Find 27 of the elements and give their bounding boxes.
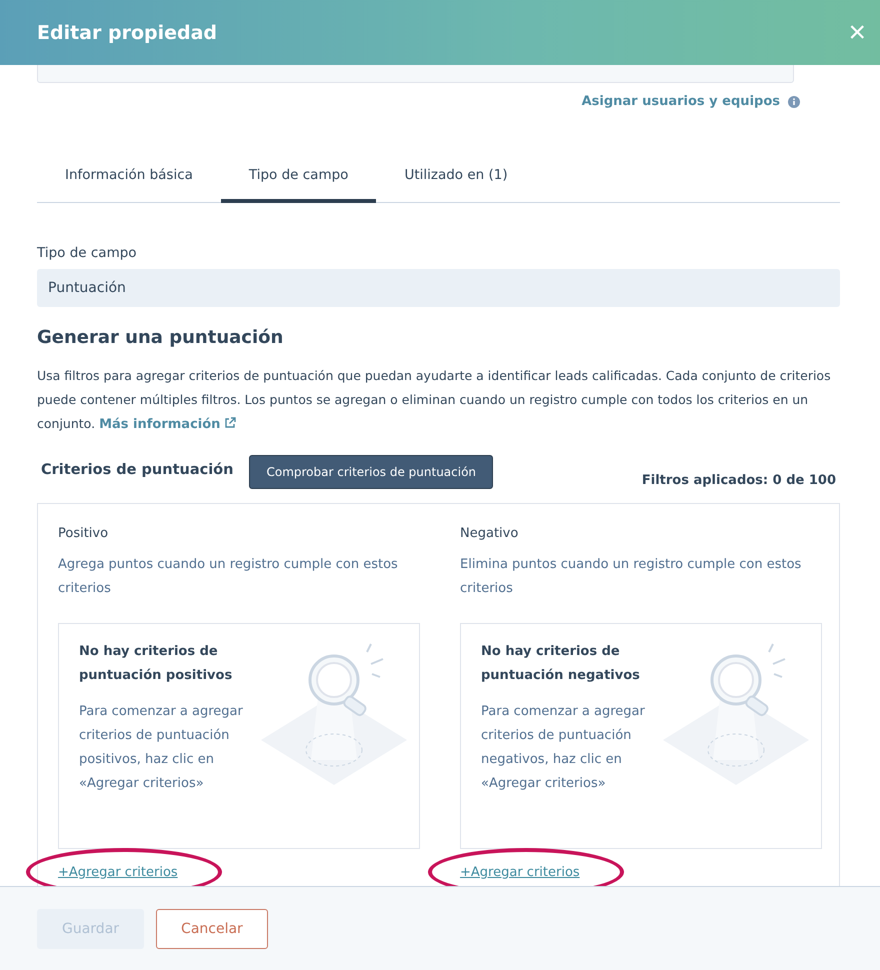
info-icon bbox=[788, 96, 800, 108]
external-link-icon bbox=[224, 417, 236, 429]
empty-state-text: Para comenzar a agregar criterios de puntuación positivos, haz clic en «Agregar criterios» bbox=[79, 703, 244, 793]
section-title: Generar una puntuación bbox=[37, 327, 284, 348]
cancel-button[interactable]: Cancelar bbox=[156, 908, 268, 948]
filters-applied: Filtros aplicados: 0 de 100 bbox=[642, 473, 836, 488]
field-type-field: Puntuación bbox=[37, 269, 840, 307]
column-title: Negativo bbox=[460, 526, 520, 541]
tab[interactable]: Utilizado en (1) bbox=[376, 154, 536, 203]
column-description: Agrega puntos cuando un registro cumple con estos criterios bbox=[58, 556, 399, 598]
section-description: Usa filtros para agregar criterios de puntuación que puedan ayudarte a identificar leads calificadas. Cada conjunto de criterios puede contener múltiples filtros. Los puntos se agregan o eliminan cuando un registro cumple con todos los criterios en un conjunto. Más información bbox=[37, 367, 832, 434]
empty-state-text: Para comenzar a agregar criterios de puntuación negativos, haz clic en «Agregar criterios» bbox=[481, 703, 646, 793]
close-button[interactable]: × bbox=[842, 18, 872, 48]
test-criteria-button[interactable]: Comprobar criterios de puntuación bbox=[249, 455, 494, 489]
tab[interactable]: Información básica bbox=[37, 154, 221, 203]
empty-state-title: No hay criterios de puntuación negativos bbox=[481, 643, 641, 685]
column-title: Positivo bbox=[58, 526, 110, 541]
field-label: Tipo de campo bbox=[37, 245, 138, 261]
tab[interactable]: Tipo de campo bbox=[220, 154, 376, 203]
empty-state-title: No hay criterios de puntuación positivos bbox=[79, 643, 234, 685]
criteria-title: Criterios de puntuación bbox=[41, 462, 234, 478]
assign-users-link[interactable]: Asignar usuarios y equipos bbox=[582, 94, 780, 109]
add-criteria-link[interactable]: +Agregar criterios bbox=[460, 865, 580, 880]
more-info-link[interactable]: Más información bbox=[99, 417, 236, 432]
add-criteria-link[interactable]: +Agregar criterios bbox=[58, 865, 178, 880]
column-description: Elimina puntos cuando un registro cumple con estos criterios bbox=[460, 556, 802, 598]
modal-title: Editar propiedad bbox=[37, 22, 218, 44]
